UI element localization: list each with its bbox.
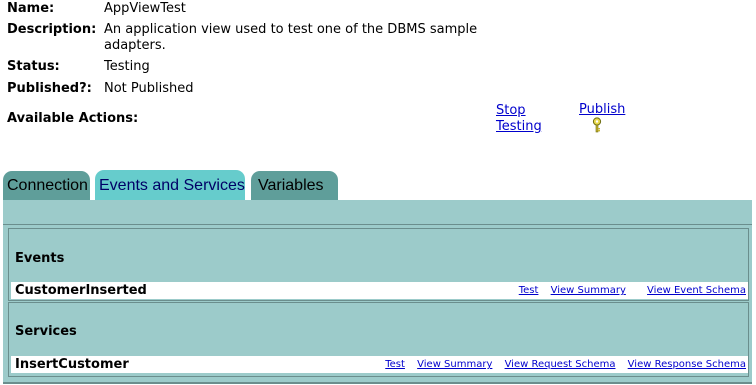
view-event-schema-link[interactable]: View Event Schema bbox=[647, 285, 746, 296]
tab-content-header bbox=[3, 200, 752, 224]
published-label: Published?: bbox=[7, 81, 92, 96]
events-section: Events CustomerInserted Test View Summar… bbox=[8, 228, 749, 301]
event-name: CustomerInserted bbox=[15, 283, 147, 298]
status-label: Status: bbox=[7, 59, 60, 74]
available-actions-label: Available Actions: bbox=[7, 111, 139, 126]
tab-connection[interactable]: Connection bbox=[3, 171, 90, 200]
service-view-summary-link[interactable]: View Summary bbox=[417, 359, 492, 370]
status-value: Testing bbox=[104, 59, 150, 74]
view-request-schema-link[interactable]: View Request Schema bbox=[505, 359, 616, 370]
published-value: Not Published bbox=[104, 81, 194, 96]
event-view-summary-link[interactable]: View Summary bbox=[551, 285, 626, 296]
key-icon[interactable] bbox=[591, 117, 603, 133]
description-label: Description: bbox=[7, 22, 97, 37]
name-label: Name: bbox=[7, 1, 55, 16]
events-title: Events bbox=[15, 251, 65, 266]
description-line-1: An application view used to test one of … bbox=[104, 22, 478, 37]
description-value: An application view used to test one of … bbox=[104, 22, 477, 54]
tab-events-and-services[interactable]: Events and Services bbox=[95, 170, 245, 201]
view-response-schema-link[interactable]: View Response Schema bbox=[628, 359, 746, 370]
panel-bottom-border bbox=[3, 382, 752, 384]
name-value: AppViewTest bbox=[104, 1, 186, 16]
tab-variables[interactable]: Variables bbox=[251, 171, 338, 200]
description-line-2: adapters. bbox=[104, 38, 166, 53]
table-row: CustomerInserted Test View Summary View … bbox=[11, 282, 748, 299]
stop-testing-line-2: Testing bbox=[496, 119, 542, 134]
service-name: InsertCustomer bbox=[15, 357, 129, 372]
table-row: InsertCustomer Test View Summary View Re… bbox=[11, 356, 748, 373]
service-test-link[interactable]: Test bbox=[385, 359, 405, 370]
tab-content-panel: Events CustomerInserted Test View Summar… bbox=[3, 224, 752, 382]
event-test-link[interactable]: Test bbox=[519, 285, 539, 296]
publish-link[interactable]: Publish bbox=[579, 102, 625, 118]
stop-testing-link[interactable]: Stop Testing bbox=[496, 103, 542, 135]
services-section: Services InsertCustomer Test View Summar… bbox=[8, 302, 749, 377]
service-actions: Test View Summary View Request Schema Vi… bbox=[376, 358, 746, 371]
services-title: Services bbox=[15, 324, 77, 339]
event-actions: Test View Summary View Event Schema bbox=[510, 284, 746, 297]
stop-testing-line-1: Stop bbox=[496, 103, 526, 118]
